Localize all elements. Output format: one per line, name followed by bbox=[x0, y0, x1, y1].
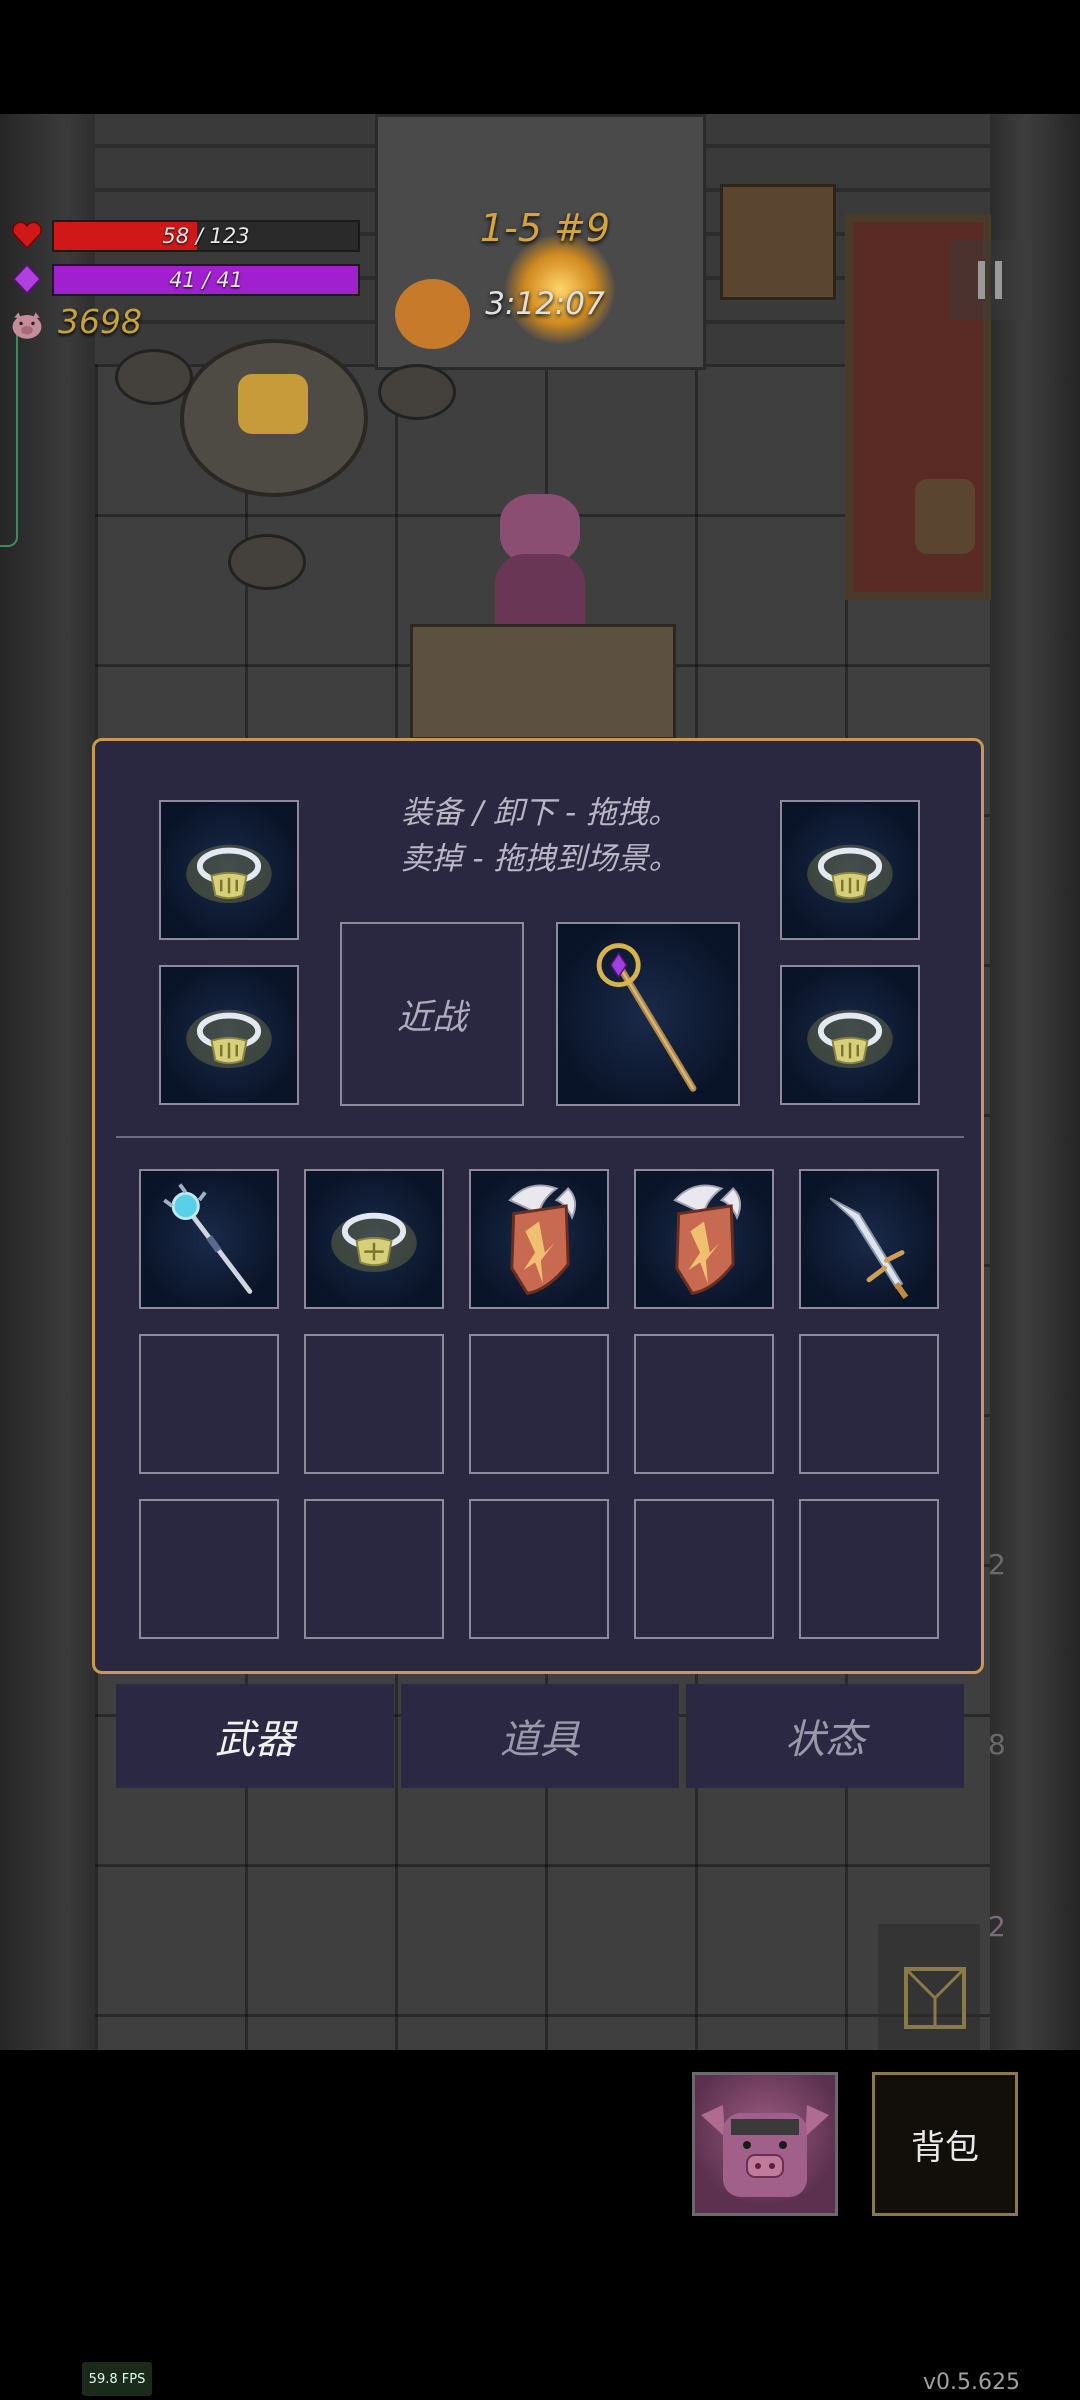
inventory-slot[interactable] bbox=[634, 1169, 774, 1309]
inventory-slot[interactable] bbox=[304, 1499, 444, 1639]
inventory-slot[interactable] bbox=[139, 1499, 279, 1639]
spear-icon bbox=[829, 1197, 909, 1299]
equip-slot-ring[interactable] bbox=[780, 965, 920, 1105]
fps-counter: 59.8 FPS bbox=[82, 2362, 152, 2396]
pause-icon-bar bbox=[995, 261, 1002, 299]
inventory-slot[interactable] bbox=[634, 1334, 774, 1474]
work-table bbox=[410, 624, 676, 740]
inventory-hint: 装备 / 卸下 - 拖拽。 卖掉 - 拖拽到场景。 bbox=[320, 790, 760, 882]
pig-icon bbox=[10, 309, 44, 343]
barrel bbox=[915, 479, 975, 554]
stool bbox=[115, 349, 193, 405]
side-item-box bbox=[878, 1924, 980, 2050]
tab-status[interactable]: 状态 bbox=[686, 1684, 964, 1788]
ring-icon bbox=[807, 1009, 893, 1069]
inventory-slot[interactable] bbox=[469, 1499, 609, 1639]
ring-icon bbox=[186, 844, 272, 904]
inventory-slot[interactable] bbox=[304, 1334, 444, 1474]
equip-slot-weapon[interactable] bbox=[556, 922, 740, 1106]
hp-row bbox=[10, 218, 44, 252]
chest bbox=[720, 184, 836, 300]
pumpkin bbox=[395, 279, 470, 349]
mana-crystal-icon bbox=[10, 262, 44, 296]
hp-text: 58 / 123 bbox=[162, 224, 250, 248]
left-edge-indicator bbox=[0, 330, 18, 547]
inventory-slot[interactable] bbox=[304, 1169, 444, 1309]
stool bbox=[228, 534, 306, 590]
hp-bar: 58 / 123 bbox=[52, 220, 360, 252]
mp-bar: 41 / 41 bbox=[52, 264, 360, 296]
tab-items[interactable]: 道具 bbox=[401, 1684, 679, 1788]
pause-icon bbox=[978, 261, 985, 299]
inventory-slot[interactable] bbox=[799, 1334, 939, 1474]
gold-count: 3698 bbox=[58, 302, 142, 341]
player-character bbox=[485, 494, 595, 644]
level-indicator: 1-5 #9 bbox=[479, 206, 611, 250]
inventory-slot[interactable] bbox=[139, 1169, 279, 1309]
heart-icon bbox=[10, 218, 44, 252]
inventory-slot[interactable] bbox=[469, 1334, 609, 1474]
stool bbox=[378, 364, 456, 420]
ring-icon bbox=[331, 1212, 417, 1273]
pause-button[interactable] bbox=[950, 240, 1030, 320]
character-portrait-button[interactable] bbox=[692, 2072, 838, 2216]
mp-text: 41 / 41 bbox=[169, 268, 243, 292]
tab-weapons[interactable]: 武器 bbox=[116, 1684, 394, 1788]
equip-slot-ring[interactable] bbox=[780, 800, 920, 940]
version-label: v0.5.625 bbox=[923, 2370, 1020, 2395]
winged-shield-icon bbox=[673, 1184, 742, 1296]
hint-line: 装备 / 卸下 - 拖拽。 bbox=[400, 795, 680, 831]
inventory-slot[interactable] bbox=[139, 1334, 279, 1474]
inventory-slot[interactable] bbox=[634, 1499, 774, 1639]
side-count: 2 bbox=[988, 1910, 1006, 1943]
inventory-slot[interactable] bbox=[799, 1169, 939, 1309]
winged-shield-icon bbox=[508, 1184, 577, 1296]
backpack-button[interactable]: 背包 bbox=[872, 2072, 1018, 2216]
inventory-slot[interactable] bbox=[799, 1499, 939, 1639]
equip-slot-ring[interactable] bbox=[159, 800, 299, 940]
staff-icon bbox=[596, 943, 697, 1092]
ring-icon bbox=[807, 844, 893, 904]
equip-slot-melee[interactable]: 近战 bbox=[340, 922, 524, 1106]
hint-line: 卖掉 - 拖拽到场景。 bbox=[400, 841, 680, 877]
mace-icon bbox=[163, 1183, 253, 1294]
side-count: 2 bbox=[988, 1548, 1006, 1581]
run-timer: 3:12:07 bbox=[485, 286, 605, 322]
pig-goblin-portrait-icon bbox=[701, 2105, 829, 2197]
equip-slot-ring[interactable] bbox=[159, 965, 299, 1105]
side-count: 8 bbox=[988, 1728, 1006, 1761]
cheese bbox=[238, 374, 308, 434]
inventory-slot[interactable] bbox=[469, 1169, 609, 1309]
mp-row bbox=[10, 262, 44, 296]
ring-icon bbox=[186, 1009, 272, 1069]
melee-slot-label: 近战 bbox=[396, 997, 467, 1038]
panel-divider bbox=[116, 1136, 964, 1138]
